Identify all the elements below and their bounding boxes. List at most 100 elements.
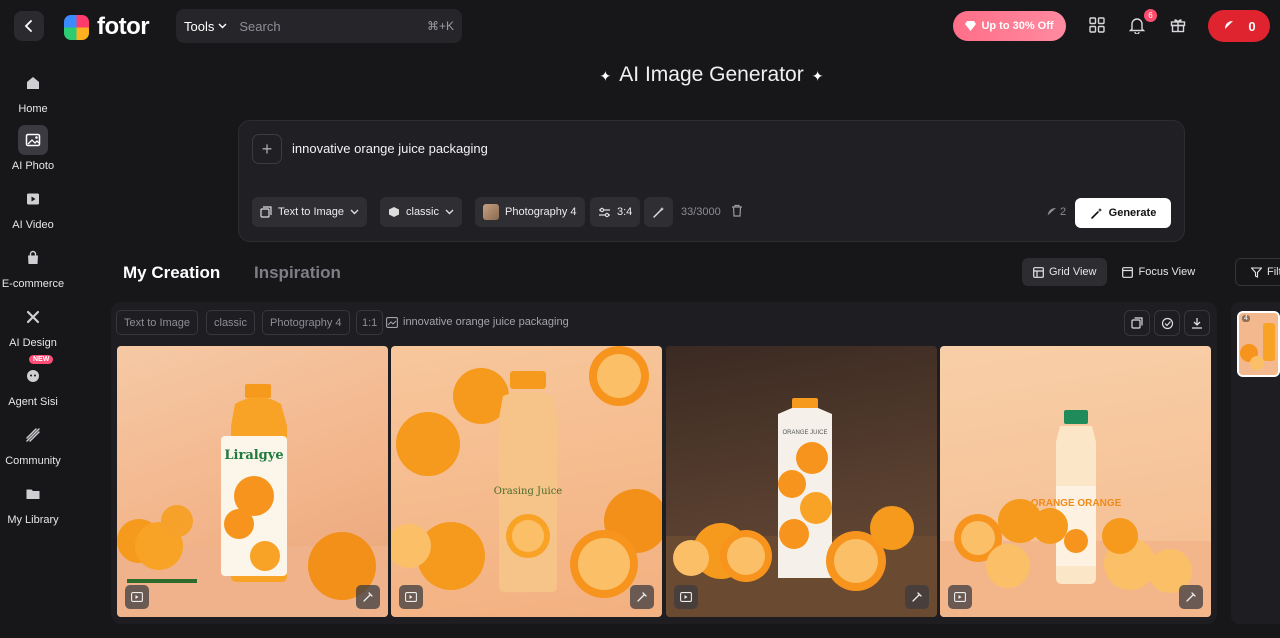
model-dropdown[interactable]: classic	[380, 197, 463, 227]
copy-button[interactable]	[1124, 310, 1150, 336]
apps-grid-button[interactable]	[1086, 14, 1108, 36]
gift-icon	[1170, 19, 1186, 33]
grid-icon	[1089, 17, 1105, 33]
tag-mode: Text to Image	[116, 310, 199, 335]
diamond-icon	[965, 21, 977, 31]
sidebar-item-ai-photo[interactable]: AI Photo	[0, 125, 66, 172]
image-prompt-icon	[386, 316, 398, 328]
image-video-button[interactable]	[399, 585, 423, 609]
image-video-button[interactable]	[674, 585, 698, 609]
sidebar-item-my-library[interactable]: My Library	[0, 479, 66, 526]
new-badge: NEW	[29, 355, 54, 364]
search-shortcut: ⌘+K	[426, 19, 454, 33]
shopping-bag-icon	[18, 243, 48, 273]
video-icon	[954, 592, 966, 602]
bell-icon	[1129, 17, 1145, 34]
sparkle-icon: ✦	[599, 68, 612, 84]
edit-brush-icon	[1186, 592, 1196, 602]
tools-dropdown[interactable]: Tools	[184, 19, 239, 34]
image-video-button[interactable]	[948, 585, 972, 609]
community-icon	[18, 420, 48, 450]
history-thumbnail[interactable]: 4	[1237, 311, 1280, 377]
gift-button[interactable]	[1167, 14, 1189, 36]
video-icon	[680, 592, 692, 602]
sidebar-item-label: AI Photo	[11, 160, 55, 172]
search-input[interactable]: Search	[239, 19, 427, 34]
grid-view-button[interactable]: Grid View	[1022, 258, 1108, 286]
window-icon	[1122, 266, 1134, 278]
image-edit-button[interactable]	[1179, 585, 1203, 609]
image-edit-button[interactable]	[356, 585, 380, 609]
sidebar-item-ecommerce[interactable]: E-commerce	[0, 243, 66, 290]
magic-prompt-button[interactable]	[644, 197, 673, 227]
prompt-panel: + innovative orange juice packaging Text…	[238, 120, 1185, 242]
sidebar-item-community[interactable]: Community	[0, 420, 66, 467]
bottle-label-text: Orasing Juice	[494, 486, 563, 497]
model-label: classic	[406, 206, 440, 218]
ai-photo-icon	[18, 125, 48, 155]
generate-button[interactable]: Generate	[1075, 198, 1171, 228]
image-edit-button[interactable]	[905, 585, 929, 609]
result-image-2[interactable]: Orasing Juice	[391, 346, 662, 617]
result-image-3[interactable]: ORANGE JUICE	[666, 346, 937, 617]
sidebar-item-ai-design[interactable]: AI Design	[0, 302, 66, 349]
orange-juice-carton-image: ORANGE JUICE	[666, 398, 937, 617]
notification-badge: 6	[1144, 9, 1157, 22]
history-thumbnails: 4	[1231, 302, 1280, 624]
sidebar-item-label: My Library	[7, 514, 59, 526]
thumbnail-count-badge: 4	[1242, 315, 1250, 322]
search-bar[interactable]: Tools Search ⌘+K	[176, 9, 462, 43]
fotor-logo[interactable]: fotor	[64, 13, 150, 41]
chevron-down-icon	[350, 209, 359, 215]
edit-brush-icon	[363, 592, 373, 602]
tab-my-creation[interactable]: My Creation	[123, 263, 220, 283]
back-button[interactable]	[14, 11, 44, 41]
focus-view-button[interactable]: Focus View	[1111, 258, 1206, 286]
trash-icon	[732, 204, 742, 217]
view-toggle: Grid View Focus View	[1022, 258, 1206, 286]
filter-button[interactable]: Filter	[1235, 258, 1280, 286]
agent-icon	[18, 361, 48, 391]
add-image-button[interactable]: +	[252, 134, 282, 164]
mode-label: Text to Image	[278, 206, 345, 218]
clear-prompt-button[interactable]	[731, 204, 743, 222]
logo-mark-icon	[64, 14, 89, 40]
magic-wand-icon	[1090, 207, 1102, 219]
page-title-text: AI Image Generator	[619, 63, 804, 86]
sidebar-item-ai-video[interactable]: AI Video	[0, 184, 66, 231]
style-selector[interactable]: Photography 4	[475, 197, 585, 227]
image-video-button[interactable]	[125, 585, 149, 609]
download-button[interactable]	[1184, 310, 1210, 336]
promo-button[interactable]: Up to 30% Off	[953, 11, 1066, 41]
credits-value: 0	[1248, 18, 1256, 34]
tab-inspiration[interactable]: Inspiration	[254, 263, 341, 283]
remix-icon	[1161, 317, 1173, 329]
sidebar-item-label: Home	[18, 103, 48, 115]
ratio-selector[interactable]: 3:4	[590, 197, 641, 227]
feather-icon	[1046, 207, 1056, 217]
sidebar-item-label: Community	[5, 455, 61, 467]
character-counter: 33/3000	[681, 206, 721, 218]
design-tools-icon	[18, 302, 48, 332]
copy-icon	[1131, 317, 1143, 329]
mode-dropdown[interactable]: Text to Image	[252, 197, 368, 227]
copy-image-icon	[260, 206, 272, 218]
sparkle-icon: ✦	[811, 68, 824, 84]
bottle-label-text: ORANGE ORANGE	[1031, 498, 1122, 509]
chevron-left-icon	[24, 20, 32, 32]
edit-brush-icon	[637, 592, 647, 602]
tag-ratio: 1:1	[356, 310, 384, 335]
credits-button[interactable]: 0	[1208, 10, 1270, 42]
sidebar-item-agent-sisi[interactable]: NEW Agent Sisi	[0, 355, 66, 408]
image-edit-button[interactable]	[630, 585, 654, 609]
orange-juice-bottle-image: Orasing Juice	[391, 346, 662, 598]
edit-brush-icon	[912, 592, 922, 602]
tag-style: Photography 4	[262, 310, 350, 335]
magic-wand-icon	[653, 206, 664, 218]
result-image-4[interactable]: ORANGE ORANGE	[940, 346, 1211, 617]
result-image-1[interactable]: Liralgye	[117, 346, 388, 617]
sidebar-item-label: E-commerce	[1, 278, 65, 290]
remix-button[interactable]	[1154, 310, 1180, 336]
folder-icon	[18, 479, 48, 509]
prompt-input[interactable]: innovative orange juice packaging	[292, 141, 488, 156]
